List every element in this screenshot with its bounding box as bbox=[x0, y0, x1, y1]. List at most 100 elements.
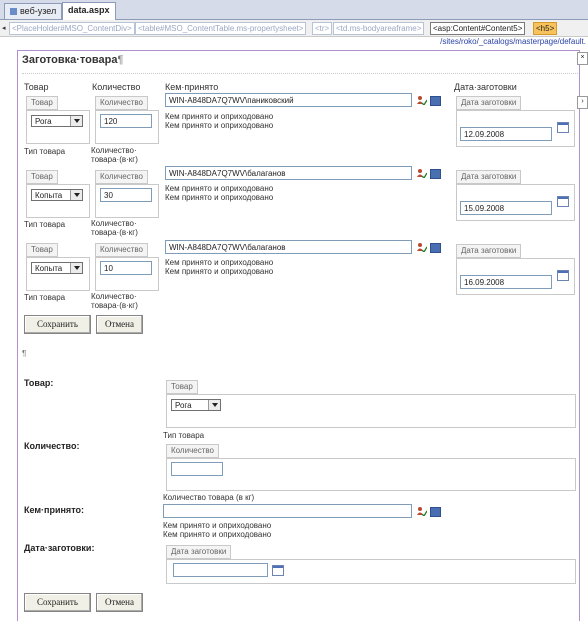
accepted-note: Кем принято и оприходовано bbox=[165, 267, 274, 276]
date-input[interactable]: 15.09.2008 bbox=[460, 201, 552, 215]
accepted-note: Кем принято и оприходовано bbox=[163, 521, 272, 530]
quantity-kg-line: товара·(в·кг) bbox=[91, 301, 138, 310]
product-select[interactable]: Копыта bbox=[31, 262, 83, 274]
product-value: Рога bbox=[35, 117, 52, 126]
check-names-icon[interactable] bbox=[417, 242, 427, 252]
product-value: Копыта bbox=[35, 191, 63, 200]
save-button[interactable]: Сохранить bbox=[24, 593, 91, 612]
calendar-icon[interactable] bbox=[557, 196, 569, 207]
product-pill: Товар bbox=[26, 243, 58, 257]
save-button[interactable]: Сохранить bbox=[24, 315, 91, 334]
master-page-path[interactable]: /sites/roko/_catalogs/masterpage/default… bbox=[440, 37, 586, 46]
person-input[interactable]: WIN-A848DA7Q7WV\балаганов bbox=[165, 240, 412, 254]
tab-label: веб-узел bbox=[20, 6, 57, 16]
accepted-note: Кем принято и оприходовано bbox=[163, 530, 272, 539]
tag-breadcrumb-bar: ◂ <PlaceHolder#MSO_ContentDiv> <table#MS… bbox=[0, 20, 588, 37]
product-select[interactable]: Рога bbox=[31, 115, 83, 127]
quantity-input[interactable]: 120 bbox=[100, 114, 152, 128]
column-header-date: Дата·заготовки bbox=[454, 82, 517, 92]
breadcrumb-content[interactable]: <asp:Content#Content5> bbox=[430, 22, 526, 35]
date-input[interactable]: 16.09.2008 bbox=[460, 275, 552, 289]
quantity-box bbox=[166, 458, 576, 491]
tab-label: data.aspx bbox=[68, 5, 110, 15]
product-box bbox=[166, 394, 576, 428]
quantity-input[interactable] bbox=[171, 462, 223, 476]
product-type-label: Тип товара bbox=[24, 147, 66, 156]
product-type-label: Тип товара bbox=[163, 431, 205, 440]
person-input[interactable]: WIN-A848DA7Q7WV\паниковский bbox=[165, 93, 412, 107]
chevron-down-icon bbox=[70, 190, 82, 200]
quantity-kg-line: Количество· bbox=[91, 219, 137, 228]
chevron-down-icon bbox=[208, 400, 220, 410]
column-header-quantity: Количество bbox=[92, 82, 141, 92]
product-select[interactable]: Рога bbox=[171, 399, 221, 411]
breadcrumb-table[interactable]: <table#MSO_ContentTable.ms-propertysheet… bbox=[135, 22, 307, 35]
quantity-pill: Количество bbox=[166, 444, 219, 458]
address-book-icon[interactable] bbox=[430, 507, 441, 517]
date-pill: Дата заготовки bbox=[166, 545, 232, 559]
page-title: Заготовка·товара¶ bbox=[22, 54, 123, 66]
date-pill: Дата заготовки bbox=[456, 96, 522, 110]
product-select[interactable]: Копыта bbox=[31, 189, 83, 201]
accepted-note: Кем принято и оприходовано bbox=[165, 184, 274, 193]
form-label-product: Товар: bbox=[24, 378, 54, 388]
address-book-icon[interactable] bbox=[430, 96, 441, 106]
product-value: Копыта bbox=[35, 264, 63, 273]
person-input[interactable]: WIN-A848DA7Q7WV\балаганов bbox=[165, 166, 412, 180]
date-pill: Дата заготовки bbox=[456, 170, 522, 184]
page-title-text: Заготовка·товара bbox=[22, 54, 118, 66]
breadcrumb-td[interactable]: <td.ms-bodyareaframe> bbox=[333, 22, 425, 35]
cancel-button[interactable]: Отмена bbox=[96, 315, 143, 334]
date-input[interactable]: 12.09.2008 bbox=[460, 127, 552, 141]
breadcrumb-h5[interactable]: <h5> bbox=[533, 22, 558, 35]
person-input[interactable] bbox=[163, 504, 412, 518]
quantity-pill: Количество bbox=[95, 96, 148, 110]
pilcrow-mark: ¶ bbox=[117, 54, 124, 66]
quantity-kg-line: товара·(в·кг) bbox=[91, 228, 138, 237]
check-names-icon[interactable] bbox=[417, 95, 427, 105]
quantity-kg-line: Количество· bbox=[91, 146, 137, 155]
expand-side-icon[interactable]: › bbox=[577, 96, 588, 109]
accepted-note: Кем принято и оприходовано bbox=[165, 121, 274, 130]
cancel-button[interactable]: Отмена bbox=[96, 593, 143, 612]
quantity-pill: Количество bbox=[95, 170, 148, 184]
breadcrumb-placeholder[interactable]: <PlaceHolder#MSO_ContentDiv> bbox=[9, 22, 135, 35]
quantity-input[interactable]: 10 bbox=[100, 261, 152, 275]
calendar-icon[interactable] bbox=[557, 122, 569, 133]
close-side-icon[interactable]: × bbox=[577, 52, 588, 65]
check-names-icon[interactable] bbox=[417, 168, 427, 178]
nav-left-icon[interactable]: ◂ bbox=[2, 24, 6, 32]
quantity-kg-line: товара·(в·кг) bbox=[91, 155, 138, 164]
quantity-pill: Количество bbox=[95, 243, 148, 257]
form-label-quantity: Количество: bbox=[24, 441, 80, 451]
quantity-kg-line: Количество· bbox=[91, 292, 137, 301]
date-input[interactable] bbox=[173, 563, 268, 577]
product-pill: Товар bbox=[26, 96, 58, 110]
calendar-icon[interactable] bbox=[557, 270, 569, 281]
chevron-down-icon bbox=[70, 116, 82, 126]
accepted-note: Кем принято и оприходовано bbox=[165, 112, 274, 121]
column-header-product: Товар bbox=[24, 82, 49, 92]
check-names-icon[interactable] bbox=[417, 506, 427, 516]
site-icon bbox=[10, 8, 17, 15]
quantity-hint: Количество товара (в кг) bbox=[163, 493, 255, 502]
accepted-note: Кем принято и оприходовано bbox=[165, 258, 274, 267]
form-label-date: Дата·заготовки: bbox=[24, 543, 95, 553]
address-book-icon[interactable] bbox=[430, 243, 441, 253]
form-label-received: Кем·принято: bbox=[24, 505, 84, 515]
accepted-note: Кем принято и оприходовано bbox=[165, 193, 274, 202]
address-book-icon[interactable] bbox=[430, 169, 441, 179]
product-pill: Товар bbox=[166, 380, 198, 394]
tab-data-aspx[interactable]: data.aspx bbox=[62, 2, 116, 20]
title-divider bbox=[22, 73, 578, 74]
date-pill: Дата заготовки bbox=[456, 244, 522, 258]
quantity-input[interactable]: 30 bbox=[100, 188, 152, 202]
pilcrow-mark: ¶ bbox=[22, 349, 27, 358]
quantity-kg-label: Количество· товара·(в·кг) bbox=[91, 292, 138, 310]
column-header-received: Кем·принято bbox=[165, 82, 219, 92]
calendar-icon[interactable] bbox=[272, 565, 284, 576]
quantity-kg-label: Количество· товара·(в·кг) bbox=[91, 219, 138, 237]
tab-web-node[interactable]: веб-узел bbox=[4, 3, 63, 19]
breadcrumb-tr[interactable]: <tr> bbox=[312, 22, 333, 35]
chevron-down-icon bbox=[70, 263, 82, 273]
